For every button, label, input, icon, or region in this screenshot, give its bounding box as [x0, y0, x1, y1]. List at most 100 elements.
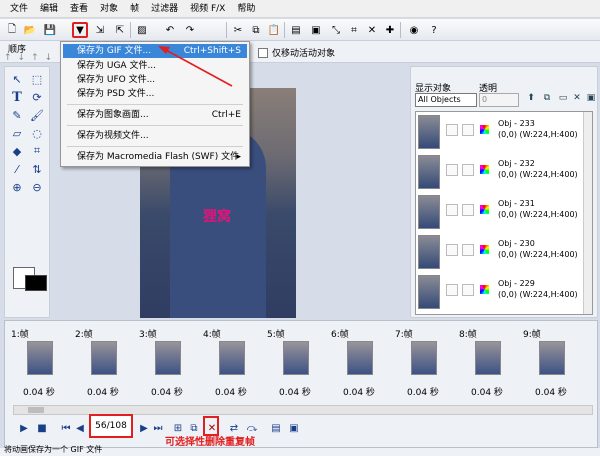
eraser-tool-icon[interactable]: ▱: [9, 125, 25, 141]
cut-icon[interactable]: ✂: [230, 22, 246, 38]
object-visibility-box[interactable]: [446, 284, 458, 296]
first-frame-icon[interactable]: ⏮: [59, 421, 73, 435]
object-lock-box[interactable]: [462, 164, 474, 176]
frame-delay[interactable]: 0.04 秒: [535, 385, 567, 398]
move-active-only-checkbox[interactable]: 仅移动活动对象: [258, 46, 335, 59]
menu-filter[interactable]: 过滤器: [145, 0, 184, 18]
object-lock-box[interactable]: [462, 204, 474, 216]
frame-delay[interactable]: 0.04 秒: [215, 385, 247, 398]
help-icon[interactable]: ?: [426, 22, 442, 38]
pointer-tool-icon[interactable]: ↖: [9, 71, 25, 87]
zoom-in-tool-icon[interactable]: ⊕: [9, 179, 25, 195]
list-item[interactable]: Obj - 233 (0,0) (W:224,H:400): [416, 112, 592, 152]
list-item[interactable]: Obj - 232 (0,0) (W:224,H:400): [416, 152, 592, 192]
frame-delay[interactable]: 0.04 秒: [23, 385, 55, 398]
object-delete-icon[interactable]: ✕: [571, 93, 583, 106]
ratio-tool-icon[interactable]: ⇅: [29, 161, 45, 177]
palette-icon[interactable]: [480, 285, 489, 294]
menu-view[interactable]: 查看: [64, 0, 94, 18]
import-icon[interactable]: ⇲: [92, 22, 108, 38]
undo-icon[interactable]: ↶: [162, 22, 178, 38]
object-visibility-box[interactable]: [446, 244, 458, 256]
redo-icon[interactable]: ↷: [182, 22, 198, 38]
object-copy-icon[interactable]: ⧉: [541, 93, 553, 106]
frame-thumb[interactable]: 5:帧 0.04 秒: [265, 327, 329, 401]
add-frame-icon[interactable]: ▣: [308, 22, 324, 38]
frame-properties-icon[interactable]: ▤: [269, 421, 283, 435]
frame-thumb[interactable]: 8:帧 0.04 秒: [457, 327, 521, 401]
frame-delay[interactable]: 0.04 秒: [471, 385, 503, 398]
menu-item-save-swf[interactable]: 保存为 Macromedia Flash (SWF) 文件 ▸: [63, 150, 247, 164]
resize-icon[interactable]: ⤡: [328, 22, 344, 38]
foreground-color-swatch[interactable]: [25, 275, 47, 291]
brush-tool-icon[interactable]: 🖌: [29, 107, 45, 123]
order-arrows-icon[interactable]: ↑↓↑↓: [4, 53, 58, 63]
object-list-scrollbar[interactable]: [583, 112, 592, 314]
menu-item-save-psd[interactable]: 保存为 PSD 文件...: [63, 87, 247, 101]
save-icon[interactable]: 💾: [42, 22, 58, 38]
object-visibility-box[interactable]: [446, 124, 458, 136]
prev-frame-icon[interactable]: ◀: [73, 421, 87, 435]
frame-thumb[interactable]: 9:帧 0.04 秒: [521, 327, 585, 401]
play-icon[interactable]: ▶: [17, 421, 31, 435]
menu-item-save-image[interactable]: 保存为图象画面... Ctrl+E: [63, 108, 247, 122]
pencil-tool-icon[interactable]: ✎: [9, 107, 25, 123]
palette-icon[interactable]: [480, 165, 489, 174]
object-lock-box[interactable]: [462, 284, 474, 296]
frame-thumb[interactable]: 7:帧 0.04 秒: [393, 327, 457, 401]
crop-tool-icon[interactable]: ⌗: [29, 143, 45, 159]
frame-delay[interactable]: 0.04 秒: [151, 385, 183, 398]
frame-delay[interactable]: 0.04 秒: [279, 385, 311, 398]
menu-object[interactable]: 对象: [94, 0, 124, 18]
menu-edit[interactable]: 编辑: [34, 0, 64, 18]
copy-icon[interactable]: ⧉: [248, 22, 264, 38]
add-icon[interactable]: ✚: [382, 22, 398, 38]
crop-icon[interactable]: ⌗: [346, 22, 362, 38]
optimize-icon[interactable]: ▨: [134, 22, 150, 38]
eyedropper-tool-icon[interactable]: ⁄: [9, 161, 25, 177]
lasso-tool-icon[interactable]: ◌: [29, 125, 45, 141]
opacity-input[interactable]: 0: [479, 93, 519, 107]
frame-thumb[interactable]: 1:帧 0.04 秒: [9, 327, 73, 401]
frame-thumb[interactable]: 2:帧 0.04 秒: [73, 327, 137, 401]
menu-item-save-uga[interactable]: 保存为 UGA 文件...: [63, 59, 247, 73]
object-new-icon[interactable]: ▭: [557, 93, 569, 106]
frame-thumb[interactable]: 3:帧 0.04 秒: [137, 327, 201, 401]
menu-item-save-video[interactable]: 保存为视频文件...: [63, 129, 247, 143]
frame-thumb[interactable]: 4:帧 0.04 秒: [201, 327, 265, 401]
menu-video-fx[interactable]: 视频 F/X: [184, 0, 231, 18]
scrollbar-thumb[interactable]: [28, 407, 44, 413]
object-visibility-box[interactable]: [446, 204, 458, 216]
fill-tool-icon[interactable]: ◆: [9, 143, 25, 159]
list-item[interactable]: Obj - 229 (0,0) (W:224,H:400): [416, 272, 592, 312]
menu-frame[interactable]: 帧: [124, 0, 145, 18]
delete-icon[interactable]: ✕: [364, 22, 380, 38]
object-filter-select[interactable]: All Objects: [415, 93, 477, 107]
menu-item-save-gif[interactable]: 保存为 GIF 文件... Ctrl+Shift+S: [63, 44, 247, 58]
object-visibility-box[interactable]: [446, 164, 458, 176]
object-up-icon[interactable]: ⬆: [525, 93, 537, 106]
checkbox-box[interactable]: [258, 47, 268, 58]
export-frames-icon[interactable]: ▣: [287, 421, 301, 435]
select-frame-icon[interactable]: ▤: [288, 22, 304, 38]
new-icon[interactable]: 🗋: [4, 22, 20, 38]
frame-delay[interactable]: 0.04 秒: [343, 385, 375, 398]
menu-item-save-ufo[interactable]: 保存为 UFO 文件...: [63, 73, 247, 87]
frame-thumb[interactable]: 6:帧 0.04 秒: [329, 327, 393, 401]
open-icon[interactable]: 📂: [22, 22, 38, 38]
select-rect-tool-icon[interactable]: ⬚: [29, 71, 45, 87]
text-tool-icon[interactable]: T: [9, 89, 25, 105]
frame-delay[interactable]: 0.04 秒: [407, 385, 439, 398]
next-frame-icon[interactable]: ▶: [137, 421, 151, 435]
menu-help[interactable]: 帮助: [231, 0, 261, 18]
zoom-out-tool-icon[interactable]: ⊖: [29, 179, 45, 195]
last-frame-icon[interactable]: ⏭: [151, 421, 165, 435]
preview-icon[interactable]: ◉: [406, 22, 422, 38]
menu-file[interactable]: 文件: [4, 0, 34, 18]
object-lock-box[interactable]: [462, 124, 474, 136]
list-item[interactable]: Obj - 230 (0,0) (W:224,H:400): [416, 232, 592, 272]
palette-icon[interactable]: [480, 125, 489, 134]
object-lock-box[interactable]: [462, 244, 474, 256]
palette-icon[interactable]: [480, 245, 489, 254]
paste-icon[interactable]: 📋: [266, 22, 282, 38]
